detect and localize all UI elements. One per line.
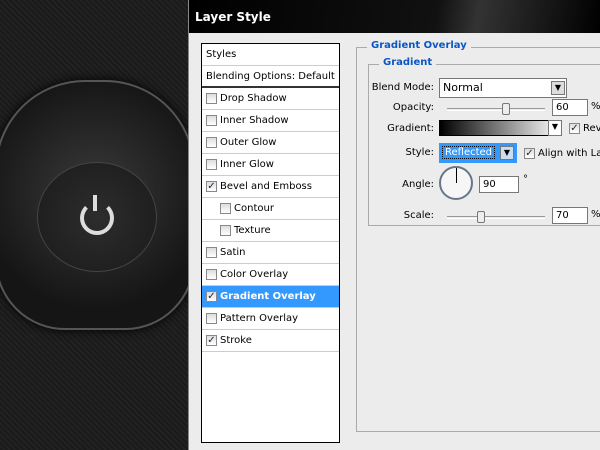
group-title: Gradient bbox=[379, 57, 437, 68]
degree-label: ° bbox=[523, 174, 528, 185]
align-label: Align with Lay bbox=[538, 148, 600, 159]
checkbox[interactable] bbox=[206, 247, 217, 258]
gradient-preview[interactable] bbox=[439, 120, 561, 136]
angle-input[interactable]: 90 bbox=[479, 176, 519, 193]
canvas-background bbox=[0, 0, 195, 450]
angle-dial[interactable] bbox=[439, 166, 473, 200]
opacity-slider[interactable] bbox=[447, 103, 545, 115]
style-item-drop-shadow[interactable]: Drop Shadow bbox=[202, 88, 339, 110]
checkbox[interactable] bbox=[206, 159, 217, 170]
style-item-label: Outer Glow bbox=[220, 137, 277, 148]
style-item-label: Contour bbox=[234, 203, 274, 214]
gradient-group: Gradient Blend Mode: Normal ▼ Opacity: 6… bbox=[368, 57, 600, 226]
checkbox[interactable] bbox=[206, 313, 217, 324]
styles-list: Styles Blending Options: Default Drop Sh… bbox=[201, 43, 340, 443]
styles-item[interactable]: Styles bbox=[202, 44, 339, 66]
checkbox[interactable] bbox=[206, 115, 217, 126]
layer-style-dialog: Layer Style Styles Blending Options: Def… bbox=[188, 0, 600, 450]
percent-label: % bbox=[591, 101, 600, 112]
scale-slider-thumb[interactable] bbox=[477, 211, 486, 223]
angle-label: Angle: bbox=[402, 179, 434, 190]
scale-input[interactable]: 70 bbox=[552, 207, 588, 224]
chevron-down-icon[interactable]: ▼ bbox=[551, 81, 565, 95]
checkbox[interactable]: ✓ bbox=[206, 181, 217, 192]
style-item-texture[interactable]: Texture bbox=[202, 220, 339, 242]
style-item-label: Inner Glow bbox=[220, 159, 274, 170]
blending-options-item[interactable]: Blending Options: Default bbox=[202, 66, 339, 88]
power-icon bbox=[80, 195, 114, 235]
checkbox[interactable] bbox=[220, 225, 231, 236]
style-item-contour[interactable]: Contour bbox=[202, 198, 339, 220]
checkbox[interactable]: ✓ bbox=[206, 335, 217, 346]
scale-label: Scale: bbox=[403, 210, 434, 221]
style-item-gradient-overlay[interactable]: ✓ Gradient Overlay bbox=[202, 286, 339, 308]
style-item-label: Inner Shadow bbox=[220, 115, 289, 126]
checkbox[interactable] bbox=[206, 93, 217, 104]
style-item-label: Stroke bbox=[220, 335, 252, 346]
style-item-stroke[interactable]: ✓ Stroke bbox=[202, 330, 339, 352]
blend-mode-value: Normal bbox=[443, 81, 483, 94]
blend-mode-label: Blend Mode: bbox=[371, 82, 434, 93]
power-knob-artwork bbox=[0, 80, 195, 330]
checkbox[interactable] bbox=[206, 137, 217, 148]
opacity-slider-thumb[interactable] bbox=[501, 103, 510, 115]
style-item-label: Satin bbox=[220, 247, 246, 258]
gradient-label: Gradient: bbox=[387, 123, 434, 134]
style-item-label: Color Overlay bbox=[220, 269, 289, 280]
checkbox[interactable] bbox=[220, 203, 231, 214]
panel-title: Gradient Overlay bbox=[367, 40, 471, 51]
style-item-label: Texture bbox=[234, 225, 271, 236]
gradient-overlay-group: Gradient Overlay Gradient Blend Mode: No… bbox=[356, 40, 600, 432]
style-item-label: Pattern Overlay bbox=[220, 313, 299, 324]
checkbox[interactable] bbox=[206, 269, 217, 280]
checkbox[interactable]: ✓ bbox=[206, 291, 217, 302]
align-checkbox[interactable]: ✓ bbox=[524, 148, 535, 159]
style-label: Style: bbox=[405, 147, 435, 158]
style-item-outer-glow[interactable]: Outer Glow bbox=[202, 132, 339, 154]
style-item-satin[interactable]: Satin bbox=[202, 242, 339, 264]
style-item-color-overlay[interactable]: Color Overlay bbox=[202, 264, 339, 286]
style-item-label: Drop Shadow bbox=[220, 93, 287, 104]
scale-slider[interactable] bbox=[447, 211, 545, 223]
reverse-label: Rev bbox=[583, 123, 600, 134]
style-item-inner-shadow[interactable]: Inner Shadow bbox=[202, 110, 339, 132]
gradient-dropdown-icon[interactable]: ▼ bbox=[548, 120, 562, 136]
reverse-checkbox[interactable]: ✓ bbox=[569, 123, 580, 134]
style-item-bevel-and-emboss[interactable]: ✓ Bevel and Emboss bbox=[202, 176, 339, 198]
style-item-label: Bevel and Emboss bbox=[220, 181, 312, 192]
opacity-label: Opacity: bbox=[392, 102, 434, 113]
style-item-pattern-overlay[interactable]: Pattern Overlay bbox=[202, 308, 339, 330]
style-item-label: Gradient Overlay bbox=[220, 291, 316, 302]
blend-mode-select[interactable]: Normal bbox=[439, 78, 567, 98]
percent-label: % bbox=[591, 209, 600, 220]
style-item-inner-glow[interactable]: Inner Glow bbox=[202, 154, 339, 176]
opacity-input[interactable]: 60 bbox=[552, 99, 588, 116]
style-value: Reflected bbox=[442, 146, 496, 159]
style-dropdown-icon[interactable]: ▼ bbox=[500, 146, 514, 160]
dialog-title: Layer Style bbox=[189, 0, 600, 33]
